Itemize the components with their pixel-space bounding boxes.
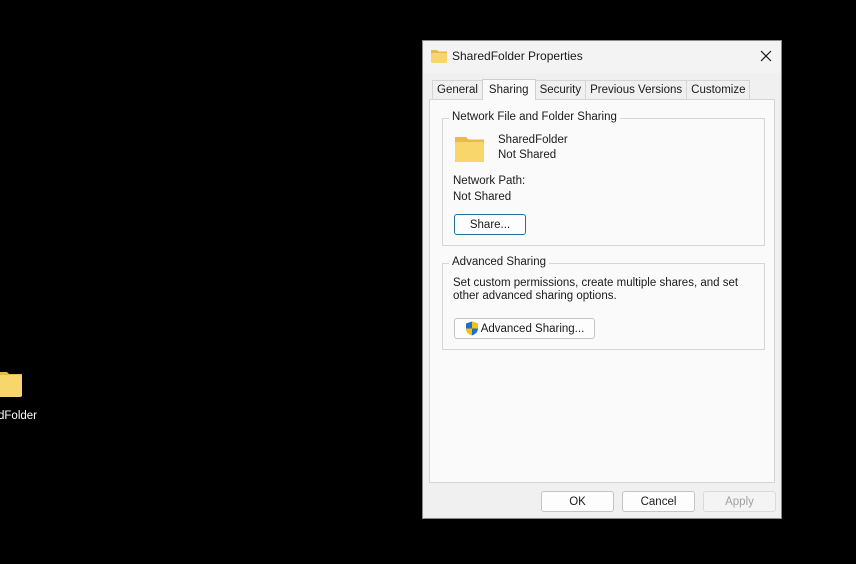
share-button[interactable]: Share... [454, 214, 526, 235]
advanced-sharing-legend: Advanced Sharing [449, 256, 549, 268]
cancel-button[interactable]: Cancel [622, 491, 695, 512]
ok-button[interactable]: OK [541, 491, 614, 512]
tab-sharing[interactable]: Sharing [481, 79, 536, 100]
window-title: SharedFolder Properties [452, 49, 583, 63]
advanced-sharing-button-label: Advanced Sharing... [480, 322, 585, 335]
network-path-label: Network Path: [453, 175, 526, 187]
advanced-sharing-group: Advanced Sharing Set custom permissions,… [442, 256, 765, 350]
tab-customize[interactable]: Customize [686, 80, 751, 99]
sharing-tab-panel: Network File and Folder Sharing SharedFo… [429, 99, 775, 483]
folder-icon [431, 50, 447, 63]
close-button[interactable] [751, 41, 781, 71]
folder-name: SharedFolder [498, 134, 568, 146]
folder-icon [0, 372, 22, 397]
title-bar[interactable]: SharedFolder Properties [423, 41, 781, 73]
close-icon [760, 50, 772, 62]
tab-strip: General Sharing Security Previous Versio… [432, 79, 751, 100]
apply-button[interactable]: Apply [703, 491, 776, 512]
network-sharing-group: Network File and Folder Sharing SharedFo… [442, 111, 765, 246]
tab-previous-versions[interactable]: Previous Versions [585, 80, 688, 99]
tab-security[interactable]: Security [534, 80, 587, 99]
network-sharing-legend: Network File and Folder Sharing [449, 111, 620, 123]
uac-shield-icon [465, 321, 478, 336]
tab-general[interactable]: General [432, 80, 483, 99]
properties-dialog: SharedFolder Properties General Sharing … [422, 40, 782, 519]
desktop-icon-label: dFolder [0, 410, 37, 422]
advanced-sharing-button[interactable]: Advanced Sharing... [454, 318, 595, 339]
folder-icon [455, 137, 484, 162]
advanced-sharing-description: Set custom permissions, create multiple … [453, 277, 739, 302]
folder-share-status: Not Shared [498, 149, 557, 161]
network-path-value: Not Shared [453, 191, 512, 203]
